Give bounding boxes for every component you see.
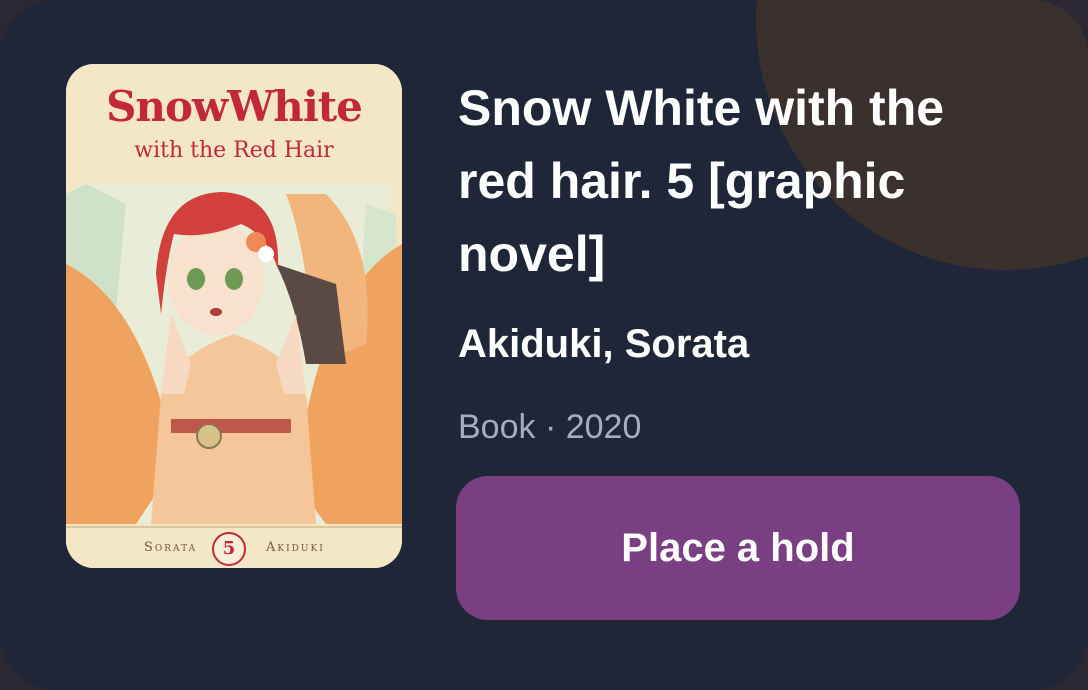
cover-footer: Sorata 5 Akiduki	[66, 526, 402, 568]
place-hold-button[interactable]: Place a hold	[456, 476, 1020, 620]
cover-subtitle-text: with the Red Hair	[134, 138, 334, 163]
item-card: SnowWhite with the Red Hair Sorata 5 Aki…	[0, 0, 1088, 690]
item-format-year: Book · 2020	[458, 408, 642, 446]
book-cover-image[interactable]: SnowWhite with the Red Hair Sorata 5 Aki…	[66, 64, 402, 568]
item-title[interactable]: Snow White with the red hair. 5 [graphic…	[458, 72, 958, 291]
cover-author-last: Akiduki	[266, 540, 325, 555]
item-author: Akiduki, Sorata	[458, 322, 750, 366]
cover-title-text: SnowWhite	[106, 82, 363, 131]
cover-author-first: Sorata	[144, 540, 198, 555]
cover-volume-badge: 5	[212, 532, 246, 566]
